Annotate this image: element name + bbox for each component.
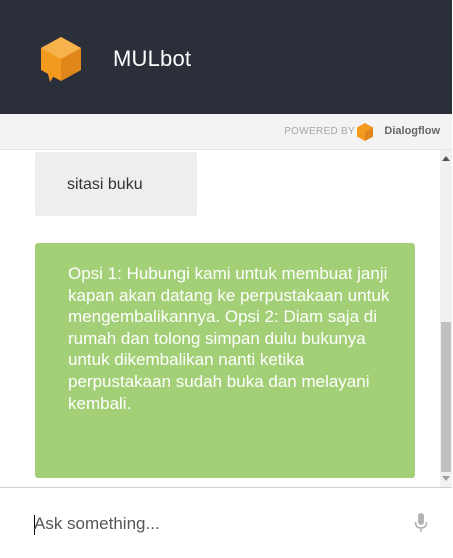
scrollbar-thumb[interactable]	[441, 322, 451, 472]
chat-bubble-logo-icon	[41, 37, 81, 82]
microphone-icon[interactable]	[414, 513, 428, 533]
dialogflow-brand-link[interactable]: Dialogflow	[384, 125, 440, 137]
user-message: sitasi buku	[35, 152, 197, 216]
chat-widget: MULbot POWERED BY Dialogflow sitasi buku…	[0, 0, 452, 558]
scroll-down-arrow-icon[interactable]	[442, 476, 450, 481]
chat-header: MULbot	[0, 0, 452, 114]
powered-by-bar: POWERED BY Dialogflow	[0, 114, 452, 150]
scrollbar[interactable]	[440, 150, 452, 487]
input-bar	[0, 487, 452, 558]
ask-input[interactable]	[34, 508, 394, 540]
powered-by-label: POWERED BY	[284, 126, 355, 137]
dialogflow-icon	[357, 123, 373, 141]
bot-message: Opsi 1: Hubungi kami untuk membuat janji…	[35, 243, 415, 478]
scroll-up-arrow-icon[interactable]	[442, 156, 450, 161]
message-list[interactable]: sitasi buku Opsi 1: Hubungi kami untuk m…	[0, 150, 440, 487]
page-title: MULbot	[113, 46, 192, 71]
